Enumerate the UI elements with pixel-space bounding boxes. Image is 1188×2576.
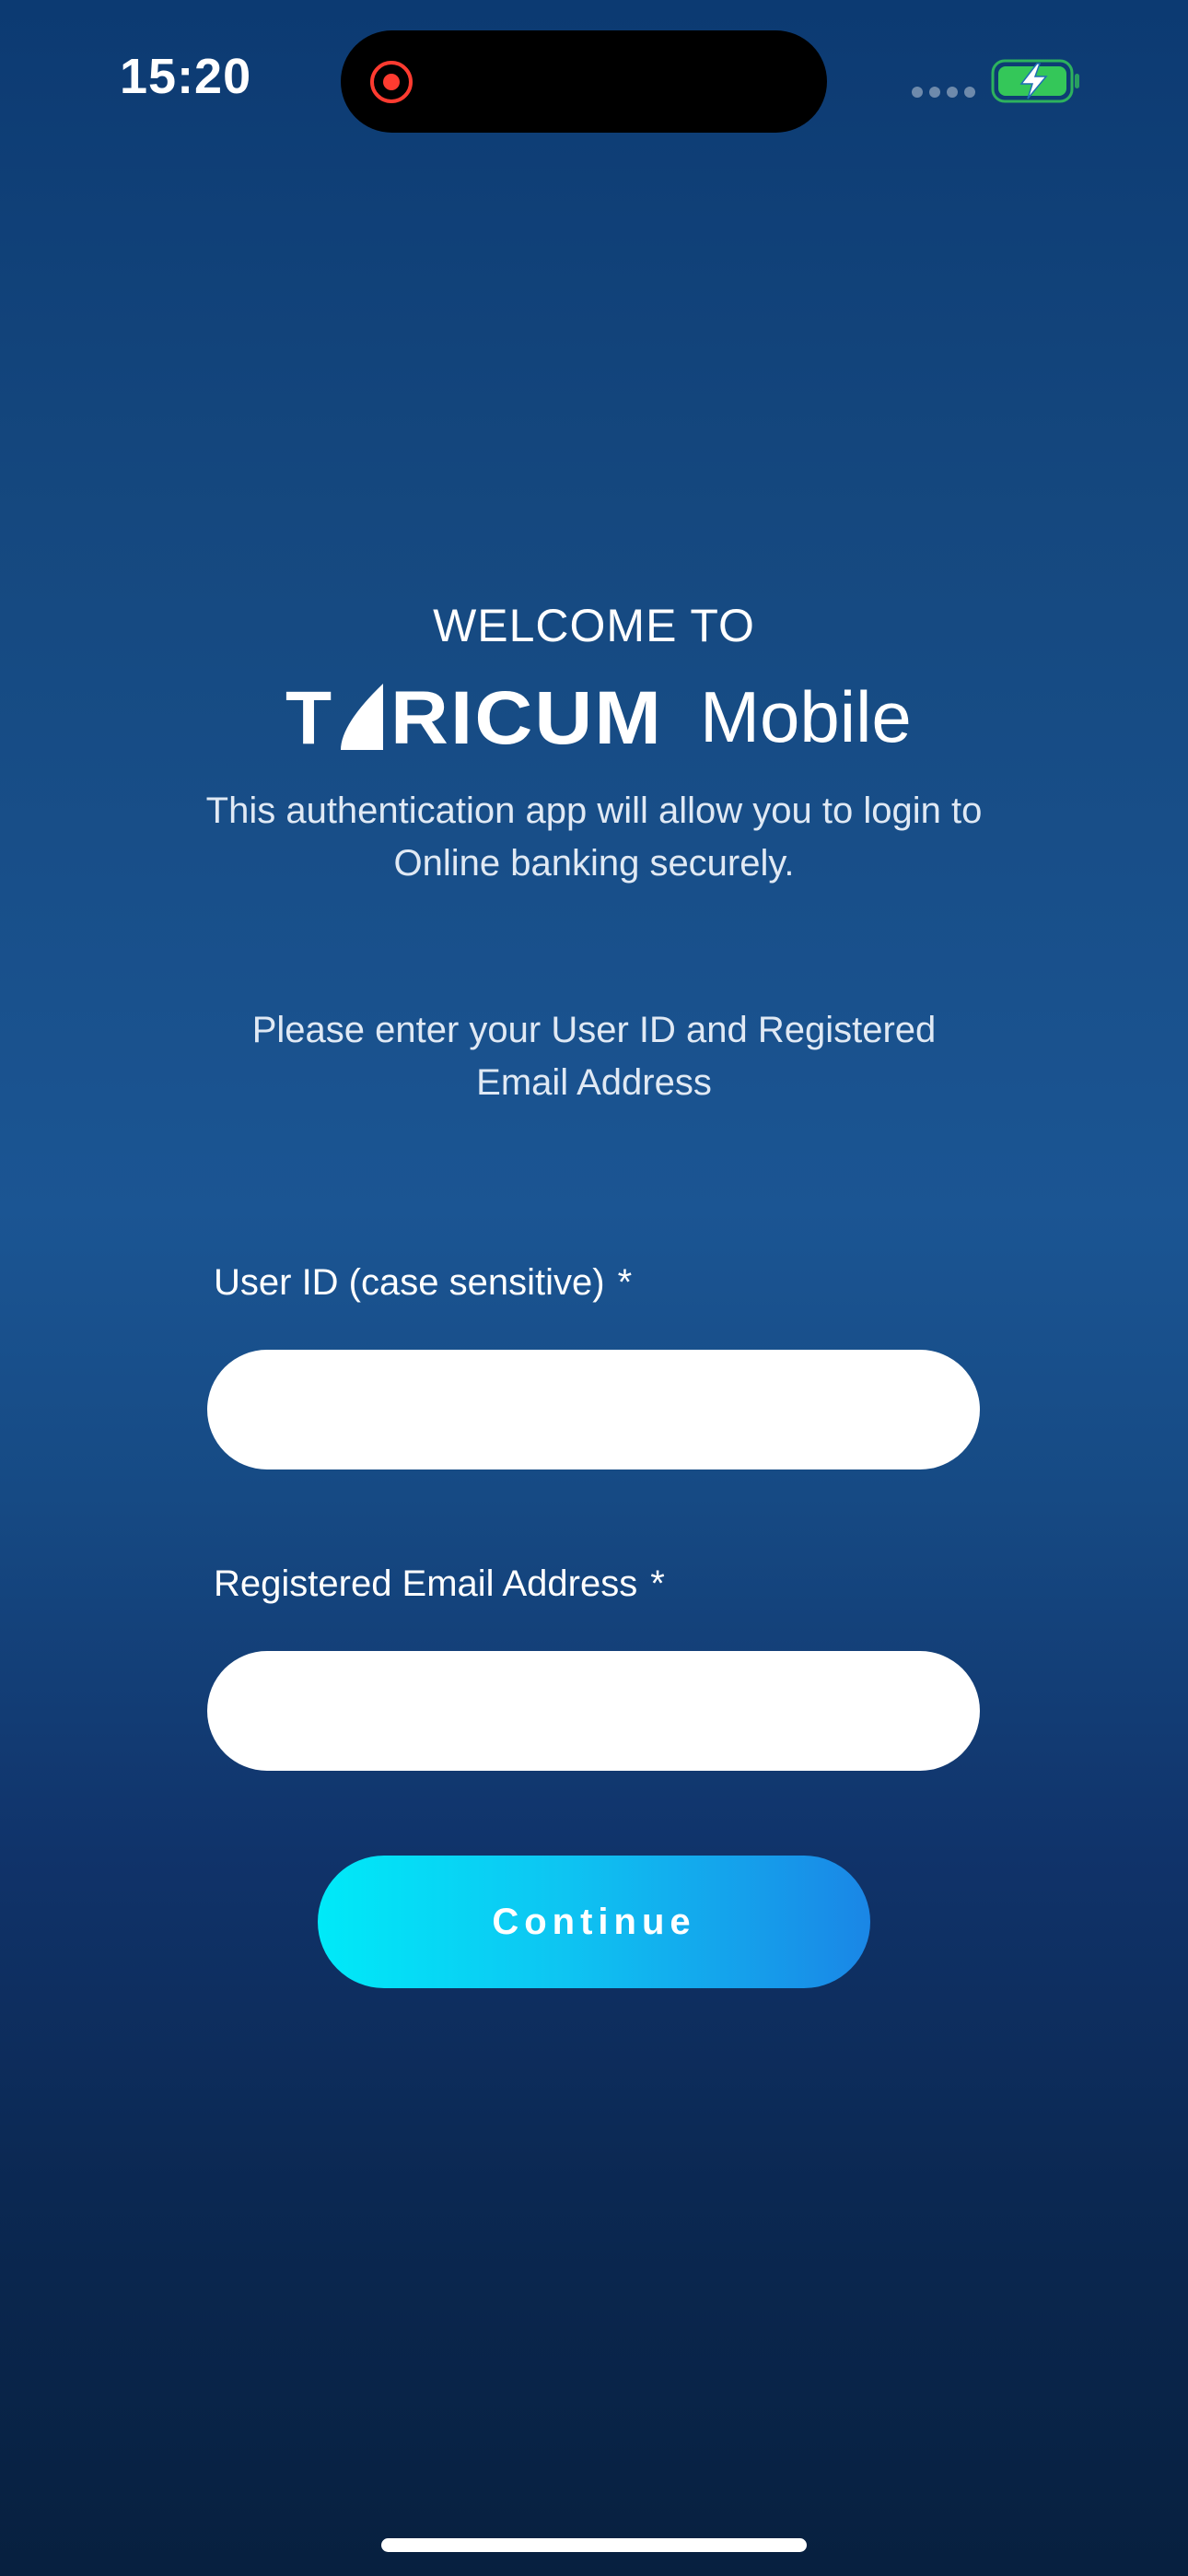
user-id-label: User ID (case sensitive) * (214, 1262, 632, 1304)
svg-text:T: T (285, 678, 333, 755)
svg-text:RICUM: RICUM (390, 678, 663, 755)
dynamic-island (341, 30, 827, 133)
required-mark: * (617, 1262, 633, 1303)
brand-logo: T RICUM (285, 678, 663, 755)
user-id-label-text: User ID (case sensitive) (214, 1262, 605, 1303)
brand-suffix: Mobile (700, 676, 912, 757)
email-input[interactable] (207, 1651, 980, 1771)
home-indicator[interactable] (381, 2538, 807, 2552)
instruction-text: Please enter your User ID and Registered… (251, 1010, 937, 1103)
status-time: 15:20 (120, 49, 252, 104)
email-label-text: Registered Email Address (214, 1563, 638, 1604)
battery-charging-icon (991, 59, 1079, 103)
user-id-input[interactable] (207, 1350, 980, 1469)
email-label: Registered Email Address * (214, 1563, 665, 1605)
continue-button[interactable]: Continue (318, 1856, 870, 1988)
screen-recording-icon (370, 61, 413, 103)
welcome-heading: WELCOME TO (433, 600, 755, 651)
signal-dots-icon (912, 87, 975, 98)
intro-text: This authentication app will allow you t… (205, 790, 983, 884)
login-screen: 15:20 WELCOME TO T RICUM Mobile This aut… (0, 0, 1188, 2576)
required-mark: * (650, 1563, 665, 1604)
brand-title: T RICUM Mobile (285, 671, 930, 763)
